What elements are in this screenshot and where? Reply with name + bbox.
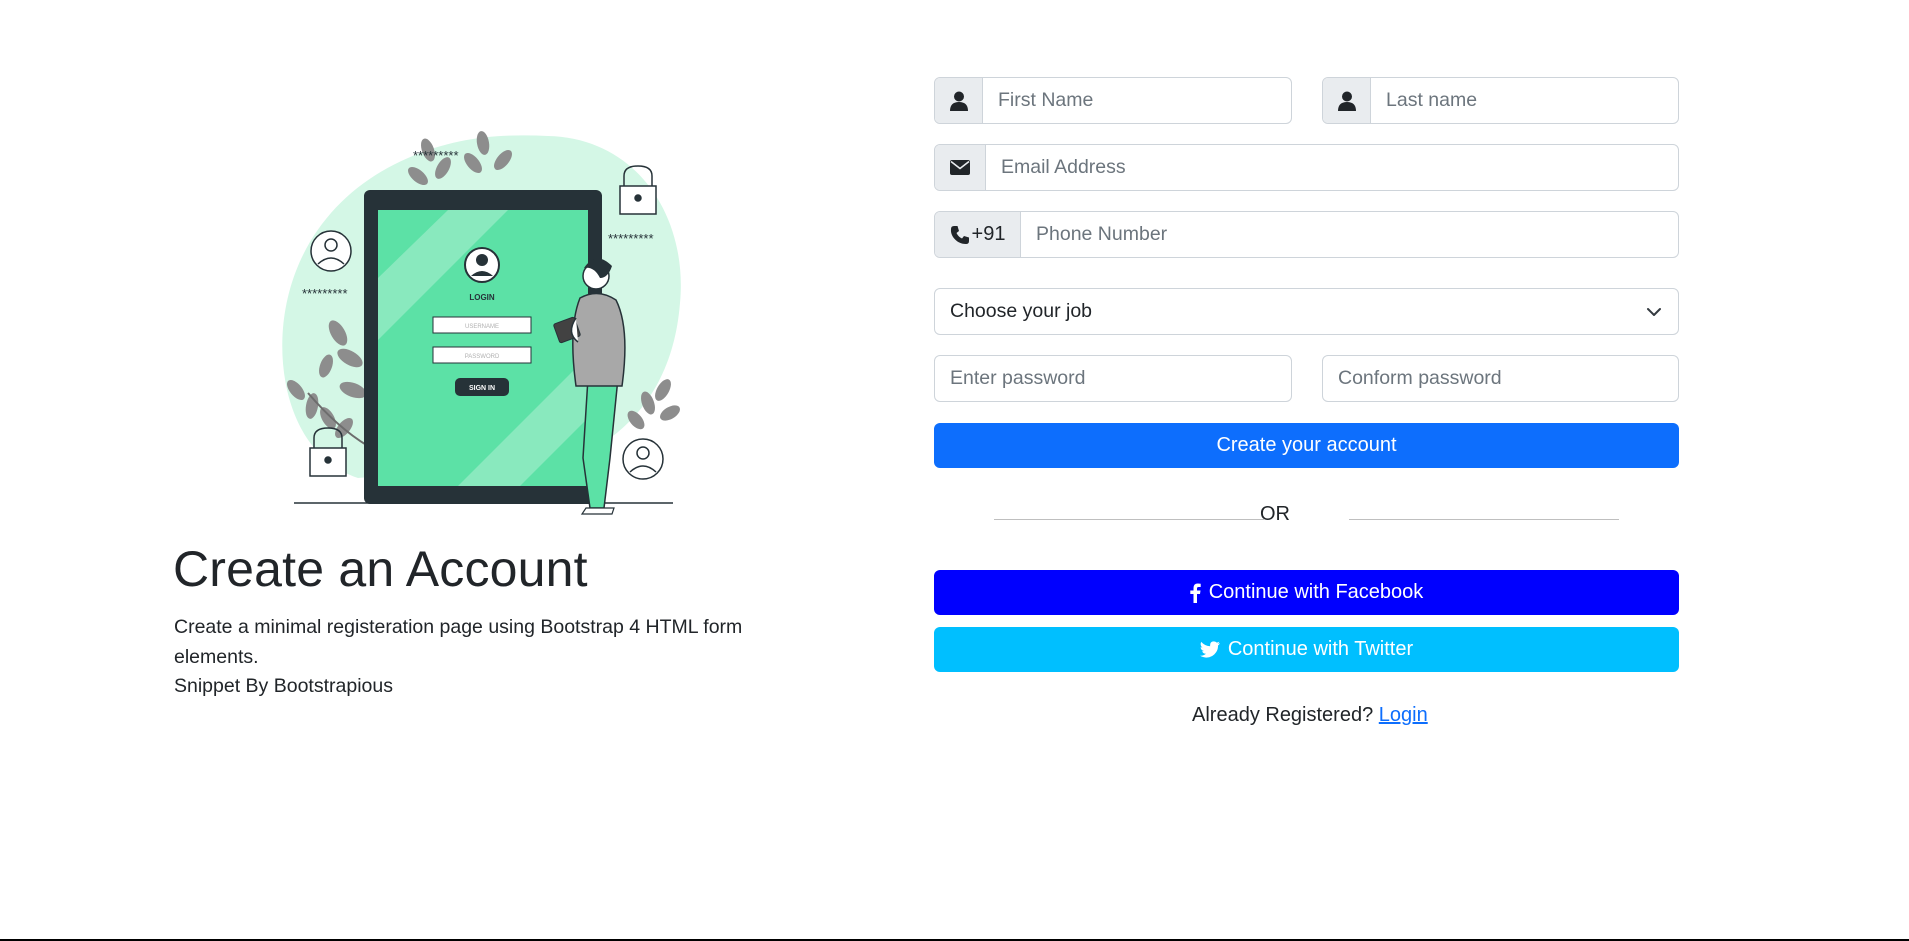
envelope-icon	[935, 145, 986, 190]
user-icon	[935, 78, 983, 123]
illustration-password: PASSWORD	[465, 354, 500, 360]
first-name-input[interactable]: First Name	[983, 78, 1291, 123]
user-icon	[1323, 78, 1371, 123]
facebook-icon	[1190, 583, 1201, 603]
phone-input[interactable]: Phone Number	[1021, 212, 1678, 257]
password-field[interactable]: Enter password	[934, 355, 1292, 402]
page-description: Create a minimal registeration page usin…	[174, 616, 743, 668]
login-link[interactable]: Login	[1379, 704, 1428, 726]
first-name-field[interactable]: First Name	[934, 77, 1292, 124]
facebook-label: Continue with Facebook	[1208, 581, 1424, 603]
twitter-button[interactable]: Continue with Twitter	[934, 627, 1679, 672]
last-name-field[interactable]: Last name	[1322, 77, 1679, 124]
illustration-signin: SIGN IN	[469, 385, 495, 392]
phone-icon	[950, 225, 969, 244]
job-select[interactable]: Choose your job	[934, 288, 1679, 335]
country-code: +91	[971, 223, 1006, 245]
masked-text-right: *********	[608, 231, 654, 246]
illustration-username: USERNAME	[465, 324, 499, 330]
divider-line-left	[994, 519, 1264, 520]
illustration-login-label: LOGIN	[469, 293, 495, 302]
facebook-button[interactable]: Continue with Facebook	[934, 570, 1679, 615]
login-prompt: Already Registered? Login	[1192, 704, 1428, 727]
confirm-password-input[interactable]: Conform password	[1323, 356, 1678, 401]
already-registered-text: Already Registered?	[1192, 704, 1374, 726]
masked-text-left: *********	[302, 286, 348, 301]
phone-prefix: +91	[935, 212, 1021, 257]
job-select-value: Choose your job	[950, 300, 1093, 322]
password-input[interactable]: Enter password	[935, 356, 1291, 401]
twitter-label: Continue with Twitter	[1227, 638, 1414, 660]
page-title: Create an Account	[173, 541, 588, 597]
chevron-down-icon	[1647, 308, 1661, 316]
create-account-button[interactable]: Create your account	[934, 423, 1679, 468]
email-field[interactable]: Email Address	[934, 144, 1679, 191]
confirm-password-field[interactable]: Conform password	[1322, 355, 1679, 402]
last-name-input[interactable]: Last name	[1371, 78, 1678, 123]
create-account-label: Create your account	[1216, 434, 1397, 456]
phone-field[interactable]: +91 Phone Number	[934, 211, 1679, 258]
email-input[interactable]: Email Address	[986, 145, 1678, 190]
twitter-icon	[1199, 641, 1220, 658]
snippet-credit: Snippet By Bootstrapious	[174, 675, 393, 697]
masked-text-top: *********	[413, 148, 459, 163]
divider-line-right	[1349, 519, 1619, 520]
signup-illustration: LOGIN USERNAME PASSWORD SIGN IN ********…	[278, 128, 688, 523]
or-divider: OR	[1260, 503, 1290, 525]
